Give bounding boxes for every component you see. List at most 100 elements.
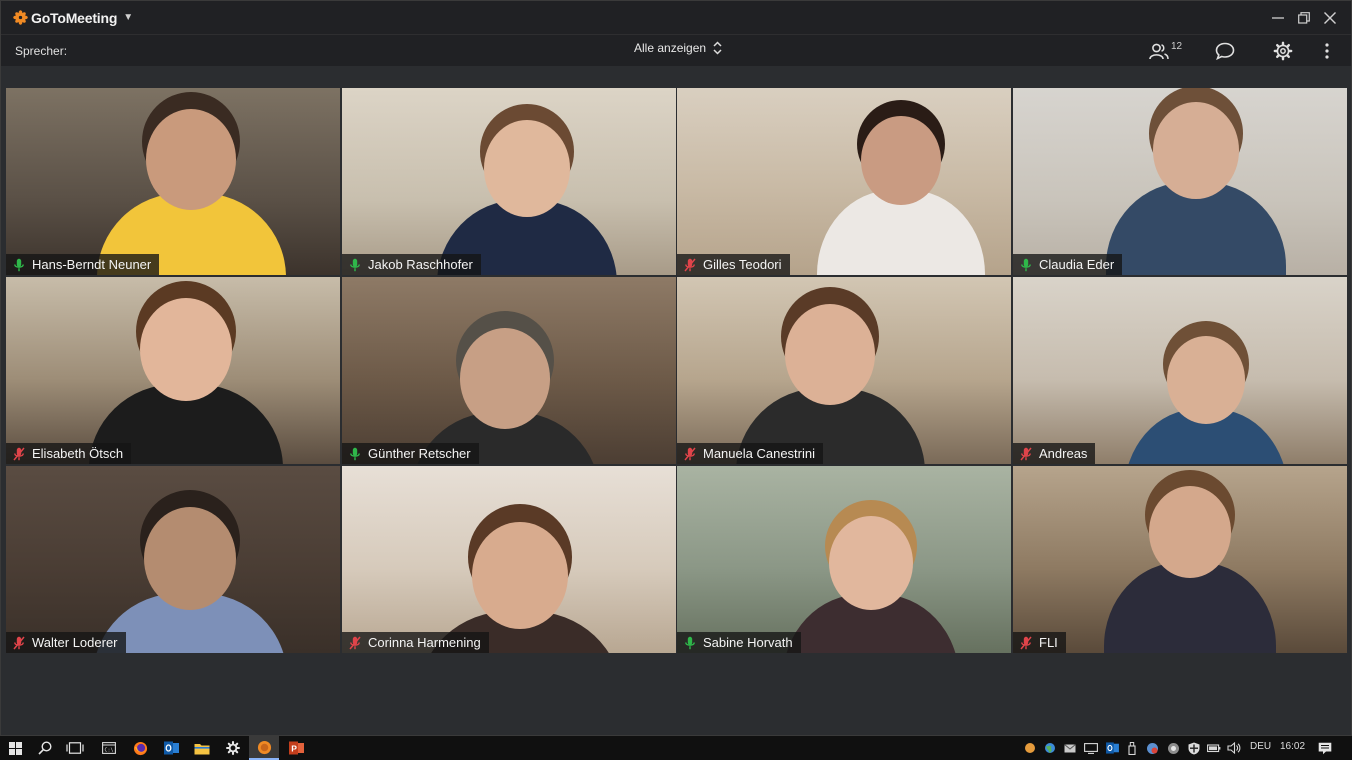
task-view-button[interactable] [60, 736, 90, 760]
participant-nameplate: Jakob Raschhofer [342, 254, 481, 275]
gear-icon [226, 741, 240, 755]
terminal-icon: C:\ [102, 742, 116, 754]
view-mode-value: Alle anzeigen [634, 41, 707, 55]
speaker-volume-icon [1227, 742, 1241, 754]
taskbar-app-gotomeeting[interactable] [249, 736, 279, 760]
updown-chevron-icon [713, 41, 722, 55]
gotomeeting-icon [257, 740, 271, 754]
mic-muted-icon [684, 447, 696, 460]
participant-video-face [146, 108, 236, 210]
settings-button[interactable] [1273, 39, 1297, 63]
monitor-icon [1084, 742, 1098, 754]
tray-vpn[interactable] [1164, 736, 1182, 760]
mic-icon [1021, 258, 1031, 271]
chevron-down-icon: ▼ [123, 12, 134, 23]
video-tile[interactable]: Günther Retscher [342, 277, 676, 464]
video-tile[interactable]: Hans-Berndt Neuner [6, 88, 340, 275]
participant-nameplate: FLI [1013, 632, 1066, 653]
video-tile[interactable]: Gilles Teodori [677, 88, 1011, 275]
video-tile[interactable]: Elisabeth Ötsch [6, 277, 340, 464]
participant-nameplate: Claudia Eder [1013, 254, 1123, 275]
participant-nameplate: Walter Loderer [6, 632, 126, 653]
tray-usb[interactable] [1124, 736, 1140, 760]
more-icon [1325, 43, 1329, 59]
video-tile[interactable]: Jakob Raschhofer [342, 88, 676, 275]
tray-gotomeeting[interactable] [1022, 736, 1038, 760]
participant-name: Günther Retscher [368, 446, 471, 461]
search-icon [38, 741, 52, 755]
taskbar-app-outlook[interactable] [156, 736, 186, 760]
participant-name: Claudia Eder [1039, 257, 1115, 272]
battery-plug-icon [1207, 744, 1221, 753]
participant-nameplate: Corinna Harmening [342, 632, 489, 653]
sync-icon [1146, 742, 1158, 754]
more-options-button[interactable] [1317, 39, 1337, 63]
windows-start-icon [8, 741, 22, 755]
participant-name: Elisabeth Ötsch [32, 446, 124, 461]
taskbar-app-firefox[interactable] [125, 736, 155, 760]
video-tile[interactable]: Corinna Harmening [342, 466, 676, 653]
participant-nameplate: Gilles Teodori [677, 254, 790, 275]
tray-network-globe[interactable] [1042, 736, 1058, 760]
chat-icon [1215, 42, 1235, 60]
participant-name: Sabine Horvath [703, 635, 793, 650]
video-tile[interactable]: Sabine Horvath [677, 466, 1011, 653]
participants-button[interactable]: 12 [1149, 39, 1185, 63]
taskbar-search-button[interactable] [30, 736, 60, 760]
participant-nameplate: Elisabeth Ötsch [6, 443, 132, 464]
mic-icon [350, 258, 360, 271]
taskbar-clock[interactable]: 16:02 [1280, 741, 1305, 752]
video-tile[interactable]: Claudia Eder [1013, 88, 1347, 275]
minimize-button[interactable] [1265, 5, 1291, 31]
input-language-indicator[interactable]: DEU [1250, 741, 1271, 752]
participant-video-face [484, 120, 570, 217]
firefox-icon [133, 741, 147, 755]
video-tile[interactable]: Andreas [1013, 277, 1347, 464]
mic-muted-icon [349, 636, 361, 649]
gotomeeting-tray-icon [1025, 743, 1035, 753]
windows-taskbar: C:\ P DEU 16:02 [0, 736, 1352, 760]
participant-video-face [1167, 336, 1245, 424]
video-tile[interactable]: Manuela Canestrini [677, 277, 1011, 464]
participant-name: Jakob Raschhofer [368, 257, 473, 272]
shield-icon [1188, 742, 1200, 754]
app-menu-button[interactable]: GoToMeeting ▼ [13, 10, 133, 26]
taskbar-app-powerpoint[interactable]: P [281, 736, 311, 760]
participant-video-face [1153, 102, 1239, 199]
taskbar-app-terminal[interactable]: C:\ [94, 736, 124, 760]
restore-icon [1298, 11, 1310, 24]
tray-display[interactable] [1082, 736, 1100, 760]
taskbar-app-file-explorer[interactable] [187, 736, 217, 760]
participant-name: Corinna Harmening [368, 635, 481, 650]
restore-button[interactable] [1291, 5, 1317, 31]
gotomeeting-logo-icon [13, 10, 28, 25]
video-tile[interactable]: FLI [1013, 466, 1347, 653]
tray-security[interactable] [1185, 736, 1203, 760]
outlook-tray-icon [1105, 742, 1119, 754]
participant-video-face [144, 507, 236, 611]
participant-name: Gilles Teodori [703, 257, 782, 272]
video-grid: Hans-Berndt Neuner Jakob Raschhofer Gilles… [6, 88, 1348, 654]
file-explorer-icon [194, 743, 210, 754]
tray-volume[interactable] [1225, 736, 1243, 760]
start-button[interactable] [0, 736, 30, 760]
window-controls [1265, 1, 1343, 34]
participant-video-face [829, 516, 913, 611]
title-bar: GoToMeeting ▼ [1, 1, 1351, 34]
view-mode-select[interactable]: Alle anzeigen [634, 41, 722, 55]
participant-nameplate: Günther Retscher [342, 443, 479, 464]
participant-video-face [861, 115, 941, 206]
participant-name: Hans-Berndt Neuner [32, 257, 152, 272]
participant-video-face [140, 298, 232, 402]
tray-outlook[interactable] [1103, 736, 1121, 760]
chat-button[interactable] [1215, 39, 1239, 63]
action-center-button[interactable] [1314, 736, 1336, 760]
tray-power[interactable] [1205, 736, 1223, 760]
tray-sync[interactable] [1143, 736, 1161, 760]
outlook-icon [163, 741, 179, 755]
video-tile[interactable]: Walter Loderer [6, 466, 340, 653]
participant-name: FLI [1039, 635, 1058, 650]
tray-mail[interactable] [1062, 736, 1078, 760]
close-button[interactable] [1317, 5, 1343, 31]
taskbar-app-settings[interactable] [218, 736, 248, 760]
